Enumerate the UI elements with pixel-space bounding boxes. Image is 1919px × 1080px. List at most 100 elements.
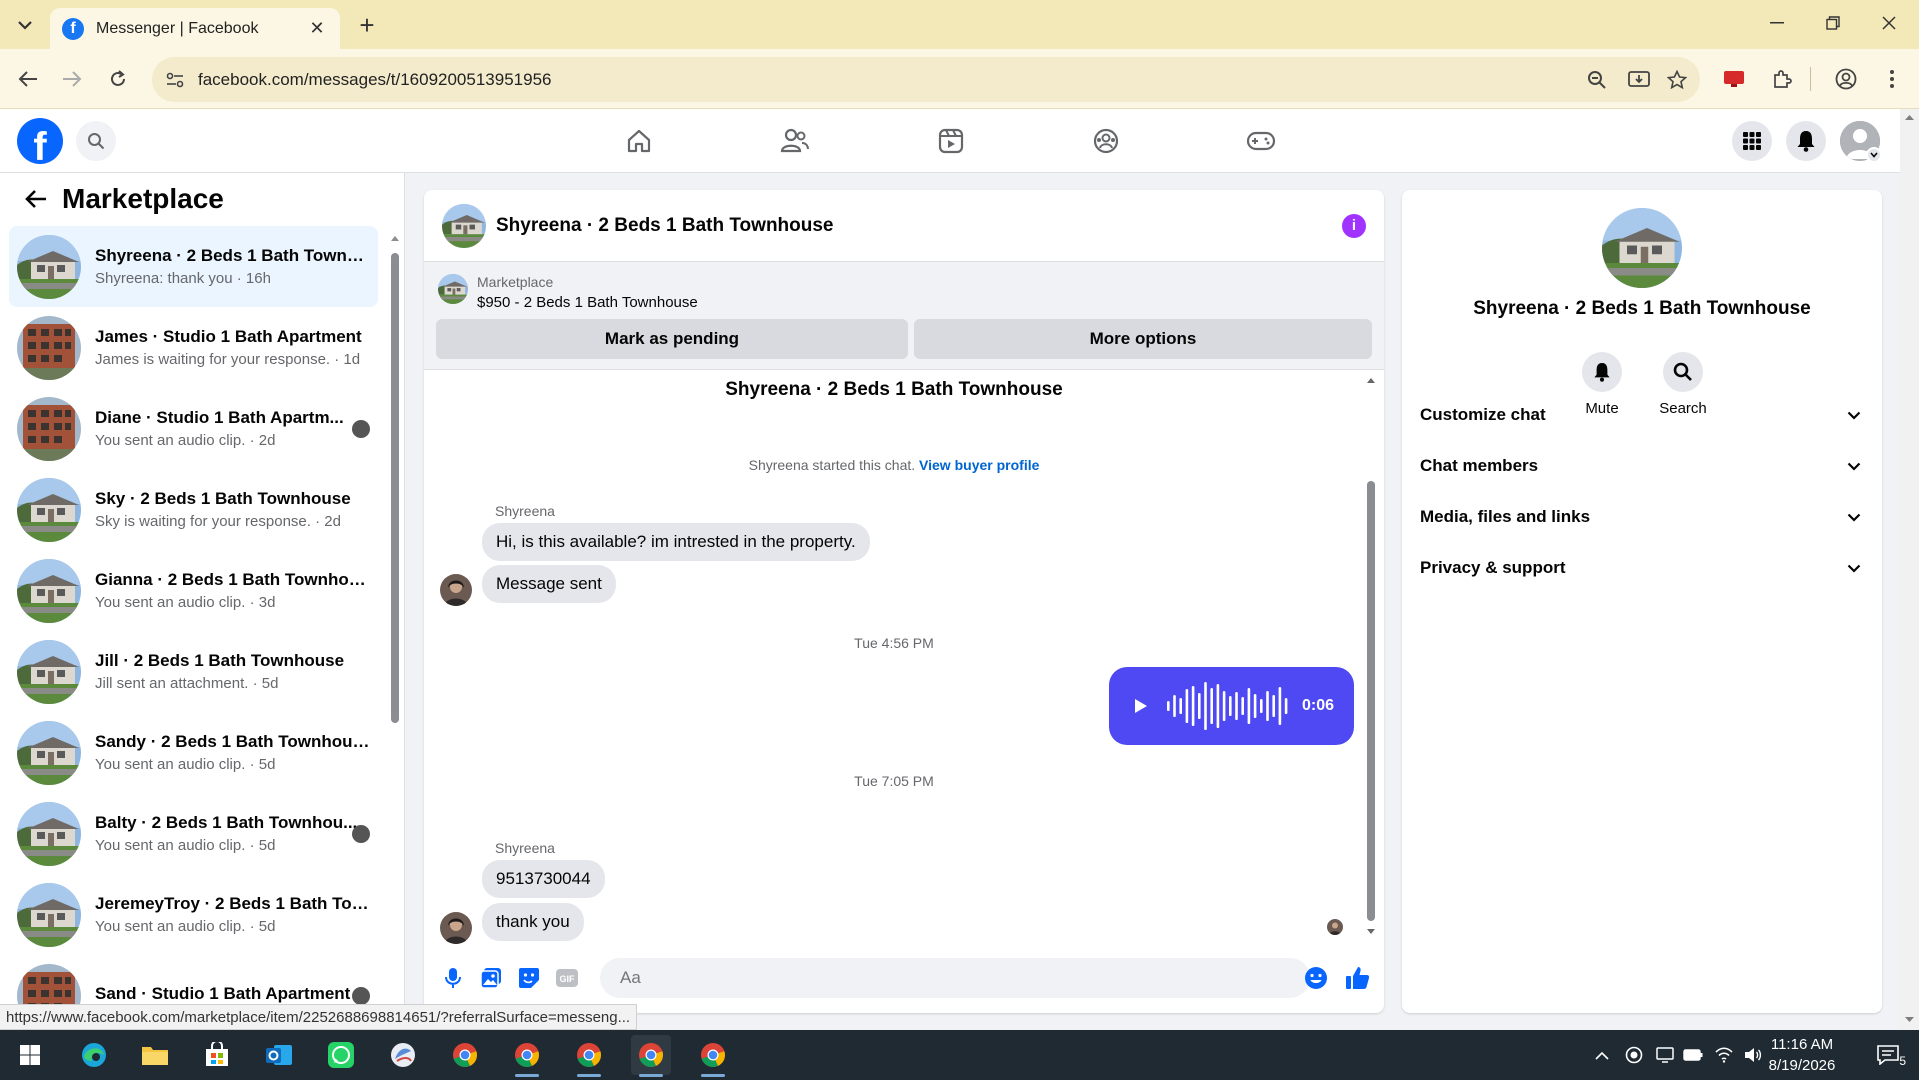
new-tab-button[interactable]: +: [352, 10, 382, 40]
zoom-icon[interactable]: [1582, 65, 1612, 95]
thread-scroll-thumb[interactable]: [1367, 481, 1375, 921]
chrome-profile-icon[interactable]: [569, 1035, 609, 1077]
listing-mini-thumbnail[interactable]: [438, 274, 468, 304]
sidebar-scrollbar[interactable]: [389, 233, 401, 1013]
search-icon[interactable]: [1663, 352, 1703, 392]
close-tab-icon[interactable]: ✕: [306, 18, 328, 40]
site-info-icon[interactable]: [160, 65, 190, 95]
emoji-icon[interactable]: [1299, 961, 1333, 995]
home-icon[interactable]: [617, 119, 661, 163]
microsoft-store-icon[interactable]: [197, 1035, 237, 1075]
wifi-icon[interactable]: [1714, 1045, 1734, 1065]
photo-gallery-icon[interactable]: [472, 959, 510, 997]
system-clock[interactable]: 11:16 AM 8/19/2026: [1752, 1034, 1852, 1076]
conversation-item[interactable]: James · Studio 1 Bath Apartment James is …: [9, 307, 378, 388]
video-icon[interactable]: [929, 119, 973, 163]
audio-message-bubble[interactable]: 0:06: [1109, 667, 1354, 745]
thread-scrollbar[interactable]: [1364, 371, 1378, 941]
record-icon[interactable]: [1624, 1045, 1644, 1065]
view-buyer-profile-link[interactable]: View buyer profile: [919, 457, 1039, 473]
listing-thumbnail[interactable]: [442, 203, 486, 248]
extensions-puzzle-icon[interactable]: [1766, 63, 1798, 95]
address-bar[interactable]: facebook.com/messages/t/1609200513951956: [152, 57, 1700, 102]
whatsapp-icon[interactable]: [321, 1035, 361, 1075]
info-section-chat-members[interactable]: Chat members: [1402, 441, 1882, 491]
edge-browser-icon[interactable]: [74, 1035, 114, 1075]
info-icon[interactable]: i: [1342, 213, 1366, 238]
gaming-icon[interactable]: [1239, 119, 1283, 163]
buyer-avatar[interactable]: [440, 912, 472, 944]
menu-grid-icon[interactable]: [1732, 121, 1772, 161]
message-bubble[interactable]: thank you: [482, 903, 584, 941]
account-chevron-icon[interactable]: [1866, 147, 1882, 163]
back-arrow-icon[interactable]: [12, 63, 44, 95]
conversation-item[interactable]: Gianna · 2 Beds 1 Bath Townhouse You sent…: [9, 550, 378, 631]
windows-start-icon[interactable]: [10, 1035, 50, 1075]
conversation-item[interactable]: Sky · 2 Beds 1 Bath Townhouse Sky is wait…: [9, 469, 378, 550]
audio-waveform-icon: [1167, 680, 1291, 732]
chat-title[interactable]: Shyreena · 2 Beds 1 Bath Townhouse: [496, 215, 1342, 237]
restore-icon[interactable]: [1810, 8, 1856, 38]
chrome-active-window-icon[interactable]: [631, 1035, 671, 1077]
gif-icon[interactable]: GIF: [548, 959, 586, 997]
conversation-item[interactable]: Diane · Studio 1 Bath Apartm... You sent …: [9, 388, 378, 469]
minimize-icon[interactable]: [1754, 8, 1800, 38]
play-icon[interactable]: [1129, 694, 1153, 718]
groups-icon[interactable]: [1084, 119, 1128, 163]
message-bubble[interactable]: Hi, is this available? im intrested in t…: [482, 523, 870, 561]
listing-large-thumbnail[interactable]: [1602, 208, 1682, 288]
notification-center-icon[interactable]: 5: [1870, 1042, 1906, 1068]
show-hidden-icons-icon[interactable]: [1592, 1045, 1612, 1065]
file-explorer-icon[interactable]: [135, 1035, 175, 1075]
chrome-icon[interactable]: [445, 1035, 485, 1075]
more-options-button[interactable]: More options: [914, 319, 1372, 359]
message-bubble[interactable]: Message sent: [482, 565, 616, 603]
message-bubble[interactable]: 9513730044: [482, 860, 605, 898]
page-scrollbar[interactable]: [1900, 109, 1919, 1030]
friends-icon[interactable]: [773, 119, 817, 163]
extension-red-icon[interactable]: [1718, 63, 1750, 95]
facebook-logo-icon[interactable]: f: [17, 118, 63, 164]
chrome-profile-icon[interactable]: [693, 1035, 733, 1077]
chat-started-notice: Shyreena started this chat. View buyer p…: [424, 457, 1364, 473]
chrome-profile-icon[interactable]: [507, 1035, 547, 1077]
info-section-media-files-and-links[interactable]: Media, files and links: [1402, 492, 1882, 542]
mark-as-pending-button[interactable]: Mark as pending: [436, 319, 908, 359]
conversation-item[interactable]: Balty · 2 Beds 1 Bath Townhou... You sent…: [9, 793, 378, 874]
profile-icon[interactable]: [1830, 63, 1862, 95]
message-input[interactable]: [600, 958, 1310, 998]
conversation-thumbnail: [17, 801, 81, 866]
browser-toolbar: facebook.com/messages/t/1609200513951956: [0, 49, 1919, 109]
conversation-item[interactable]: Sandy · 2 Beds 1 Bath Townhouse You sent …: [9, 712, 378, 793]
buyer-avatar[interactable]: [440, 574, 472, 606]
info-section-customize-chat[interactable]: Customize chat: [1402, 390, 1882, 440]
info-section-privacy-support[interactable]: Privacy & support: [1402, 543, 1882, 593]
sender-name: Shyreena: [495, 503, 555, 519]
outlook-icon[interactable]: [259, 1035, 299, 1075]
listing-title[interactable]: $950 - 2 Beds 1 Bath Townhouse: [477, 294, 698, 311]
info-section-label: Privacy & support: [1420, 558, 1566, 577]
sidebar-scroll-thumb[interactable]: [391, 253, 399, 723]
tab-search-chevron-icon[interactable]: [10, 10, 40, 40]
notifications-bell-icon[interactable]: [1786, 121, 1826, 161]
browser-tab-messenger[interactable]: f Messenger | Facebook ✕: [50, 8, 340, 49]
conversation-item[interactable]: Jill · 2 Beds 1 Bath Townhouse Jill sent …: [9, 631, 378, 712]
sticker-icon[interactable]: [510, 959, 548, 997]
bookmark-star-icon[interactable]: [1662, 65, 1692, 95]
chrome-menu-icon[interactable]: [1876, 63, 1908, 95]
bell-icon[interactable]: [1582, 352, 1622, 392]
battery-icon[interactable]: [1683, 1045, 1703, 1065]
thumbs-up-like-icon[interactable]: [1339, 959, 1377, 997]
back-arrow-icon[interactable]: [20, 183, 52, 215]
display-icon[interactable]: [1655, 1045, 1675, 1065]
message-composer: GIF: [424, 950, 1384, 1006]
facebook-search-icon[interactable]: [76, 121, 116, 161]
app-icon[interactable]: [383, 1035, 423, 1075]
microphone-icon[interactable]: [434, 959, 472, 997]
install-app-icon[interactable]: [1624, 65, 1654, 95]
close-window-icon[interactable]: [1866, 8, 1912, 38]
forward-arrow-icon[interactable]: [56, 63, 88, 95]
reload-icon[interactable]: [102, 63, 134, 95]
conversation-item[interactable]: JeremeyTroy · 2 Beds 1 Bath Tow... You se…: [9, 874, 378, 955]
conversation-item[interactable]: Shyreena · 2 Beds 1 Bath Townh... Shyreen…: [9, 226, 378, 307]
